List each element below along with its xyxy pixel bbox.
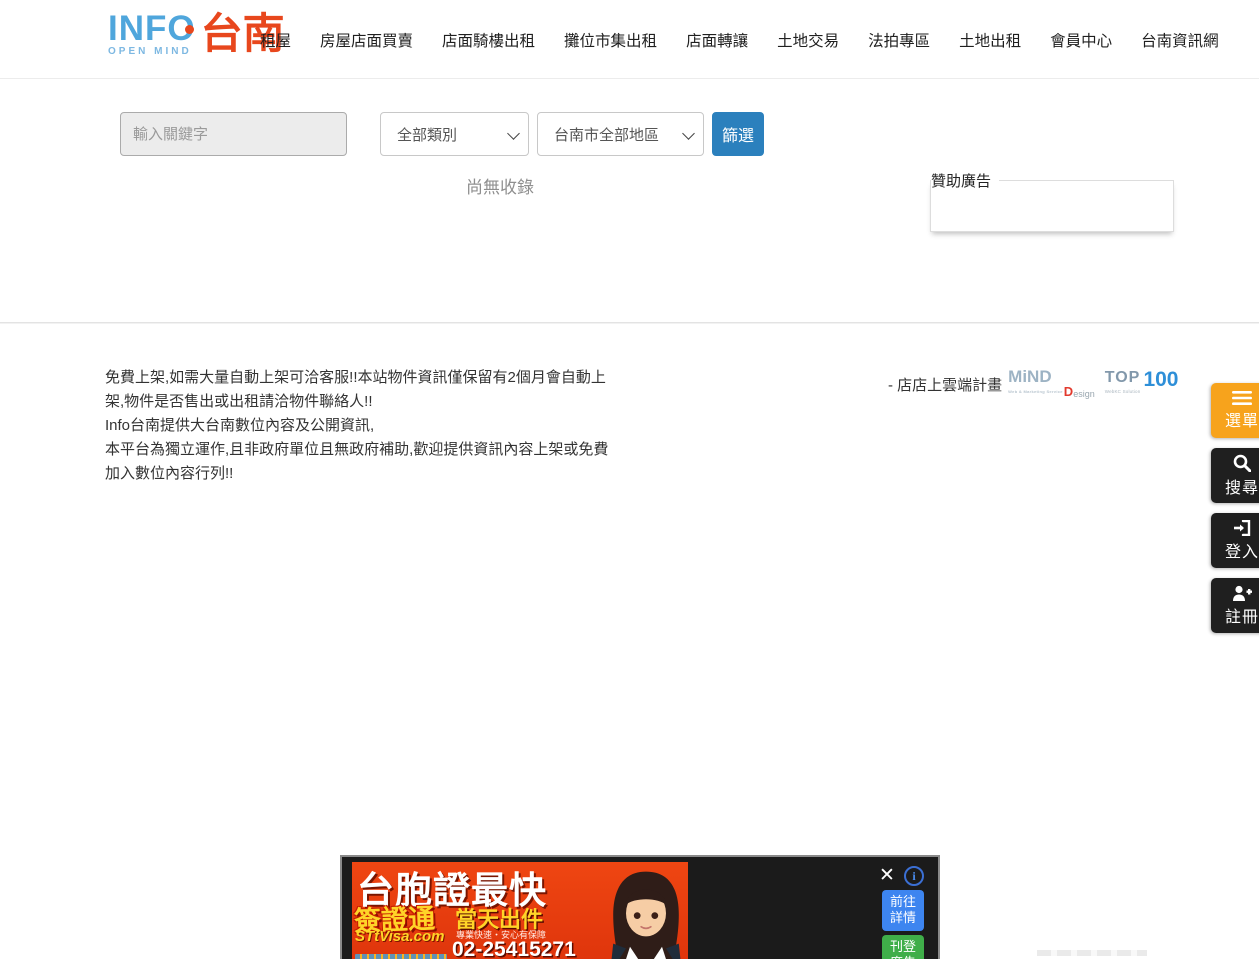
bottom-ad-banner: 台胞證最快 簽證通 當天出件 專業快速・安心有保障 STtVisa.com 02… xyxy=(340,855,940,959)
logo-o-dot-icon xyxy=(185,25,194,34)
top100-top-text: TOP xyxy=(1105,369,1141,386)
ad-info-icon[interactable]: i xyxy=(904,866,924,886)
category-selected-value: 全部類別 xyxy=(397,124,457,145)
district-selected-value: 台南市全部地區 xyxy=(554,124,659,145)
nav-item-land-rent[interactable]: 土地出租 xyxy=(959,29,1021,51)
ad-publish-line1: 刊登 xyxy=(882,939,924,955)
mind-logo-esign: esign xyxy=(1073,389,1095,399)
footer-notice: 免費上架,如需大量自動上架可洽客服!!本站物件資訊僅保留有2個月會自動上架,物件… xyxy=(105,366,617,486)
ad-publish-button[interactable]: 刊登 廣告 xyxy=(882,935,924,959)
main-nav: 租屋 房屋店面買賣 店面騎樓出租 攤位市集出租 店面轉讓 土地交易 法拍專區 土… xyxy=(260,0,1219,79)
side-search-label: 搜尋 xyxy=(1225,474,1259,498)
side-register-label: 註冊 xyxy=(1225,603,1259,627)
nav-item-rent[interactable]: 租屋 xyxy=(260,29,291,51)
search-icon xyxy=(1233,454,1251,472)
keyword-input[interactable] xyxy=(120,112,347,156)
mind-logo-tagline: Web & Marketing Service xyxy=(1008,385,1063,399)
ad-phone-number: 02-25415271 xyxy=(452,938,576,959)
filter-button[interactable]: 篩選 xyxy=(712,112,764,156)
section-divider xyxy=(0,322,1259,324)
ad-go-details-button[interactable]: 前往 詳情 xyxy=(882,890,924,931)
header: INFO OPEN MIND 台南 租屋 房屋店面買賣 店面騎樓出租 攤位市集出… xyxy=(0,0,1259,79)
top100-logo[interactable]: TOPWebKC Solution 100 xyxy=(1105,371,1179,398)
side-search-button[interactable]: 搜尋 xyxy=(1211,448,1259,503)
footer-notice-line2: Info台南提供大台南數位內容及公開資訊, xyxy=(105,414,617,438)
search-bar: 全部類別 台南市全部地區 篩選 xyxy=(120,112,764,156)
ad-website: STtVisa.com xyxy=(355,928,444,945)
nav-item-storefront-rent[interactable]: 店面騎樓出租 xyxy=(442,29,535,51)
footer-notice-line1: 免費上架,如需大量自動上架可洽客服!!本站物件資訊僅保留有2個月會自動上架,物件… xyxy=(105,366,617,414)
nav-item-foreclosure[interactable]: 法拍專區 xyxy=(868,29,930,51)
logo-info-block: INFO OPEN MIND xyxy=(108,10,196,57)
nav-item-store-transfer[interactable]: 店面轉讓 xyxy=(686,29,748,51)
top100-tagline: WebKC Solution xyxy=(1105,385,1141,398)
ad-go-line1: 前往 xyxy=(882,894,924,910)
empty-results-message: 尚無收錄 xyxy=(466,173,534,198)
footer-notice-line3: 本平台為獨立運作,且非政府單位且無政府補助,歡迎提供資訊內容上架或免費加入數位內… xyxy=(105,438,617,486)
register-icon xyxy=(1232,585,1252,601)
ad-fine-print xyxy=(355,954,447,959)
top100-number: 100 xyxy=(1143,371,1178,389)
ad-creative[interactable]: 台胞證最快 簽證通 當天出件 專業快速・安心有保障 STtVisa.com 02… xyxy=(352,862,688,959)
side-menu-label: 選單 xyxy=(1225,407,1259,431)
menu-icon xyxy=(1232,391,1252,405)
logo-openmind-text: OPEN MIND xyxy=(108,46,196,57)
mind-design-logo[interactable]: MiNDWeb & Marketing Service D esign xyxy=(1008,370,1095,399)
category-select[interactable]: 全部類別 xyxy=(380,112,529,156)
cloud-plan-label: - 店店上雲端計畫 xyxy=(888,374,1002,395)
sponsor-ad-empty-area xyxy=(931,191,1173,231)
footer-partners: - 店店上雲端計畫 MiNDWeb & Marketing Service D … xyxy=(888,370,1179,399)
sponsor-ad-box: 贊助廣告 xyxy=(930,170,1174,232)
side-login-label: 登入 xyxy=(1225,538,1259,562)
nav-item-tainan-info[interactable]: 台南資訊網 xyxy=(1141,29,1219,51)
nav-item-stall-market-rent[interactable]: 攤位市集出租 xyxy=(564,29,657,51)
login-icon xyxy=(1233,520,1252,536)
chevron-down-icon xyxy=(507,127,520,140)
side-menu-button[interactable]: 選單 xyxy=(1211,383,1259,438)
nav-item-member-center[interactable]: 會員中心 xyxy=(1050,29,1112,51)
logo-info-text: INFO xyxy=(108,14,196,44)
chevron-down-icon xyxy=(682,127,695,140)
ad-publish-line2: 廣告 xyxy=(882,955,924,959)
side-register-button[interactable]: 註冊 xyxy=(1211,578,1259,633)
nav-item-land-trade[interactable]: 土地交易 xyxy=(777,29,839,51)
bottom-faint-artifact xyxy=(1037,950,1147,956)
mind-logo-text: MiND xyxy=(1008,367,1051,386)
sponsor-ad-title: 贊助廣告 xyxy=(931,170,999,191)
mind-logo-d: D xyxy=(1064,384,1073,399)
side-login-button[interactable]: 登入 xyxy=(1211,513,1259,568)
nav-item-house-sale[interactable]: 房屋店面買賣 xyxy=(320,29,413,51)
site-logo[interactable]: INFO OPEN MIND 台南 xyxy=(108,10,285,58)
ad-close-icon[interactable]: ✕ xyxy=(876,865,898,887)
ad-go-line2: 詳情 xyxy=(882,910,924,926)
page: INFO OPEN MIND 台南 租屋 房屋店面買賣 店面騎樓出租 攤位市集出… xyxy=(0,0,1259,959)
ad-woman-illustration xyxy=(598,870,688,959)
district-select[interactable]: 台南市全部地區 xyxy=(537,112,704,156)
